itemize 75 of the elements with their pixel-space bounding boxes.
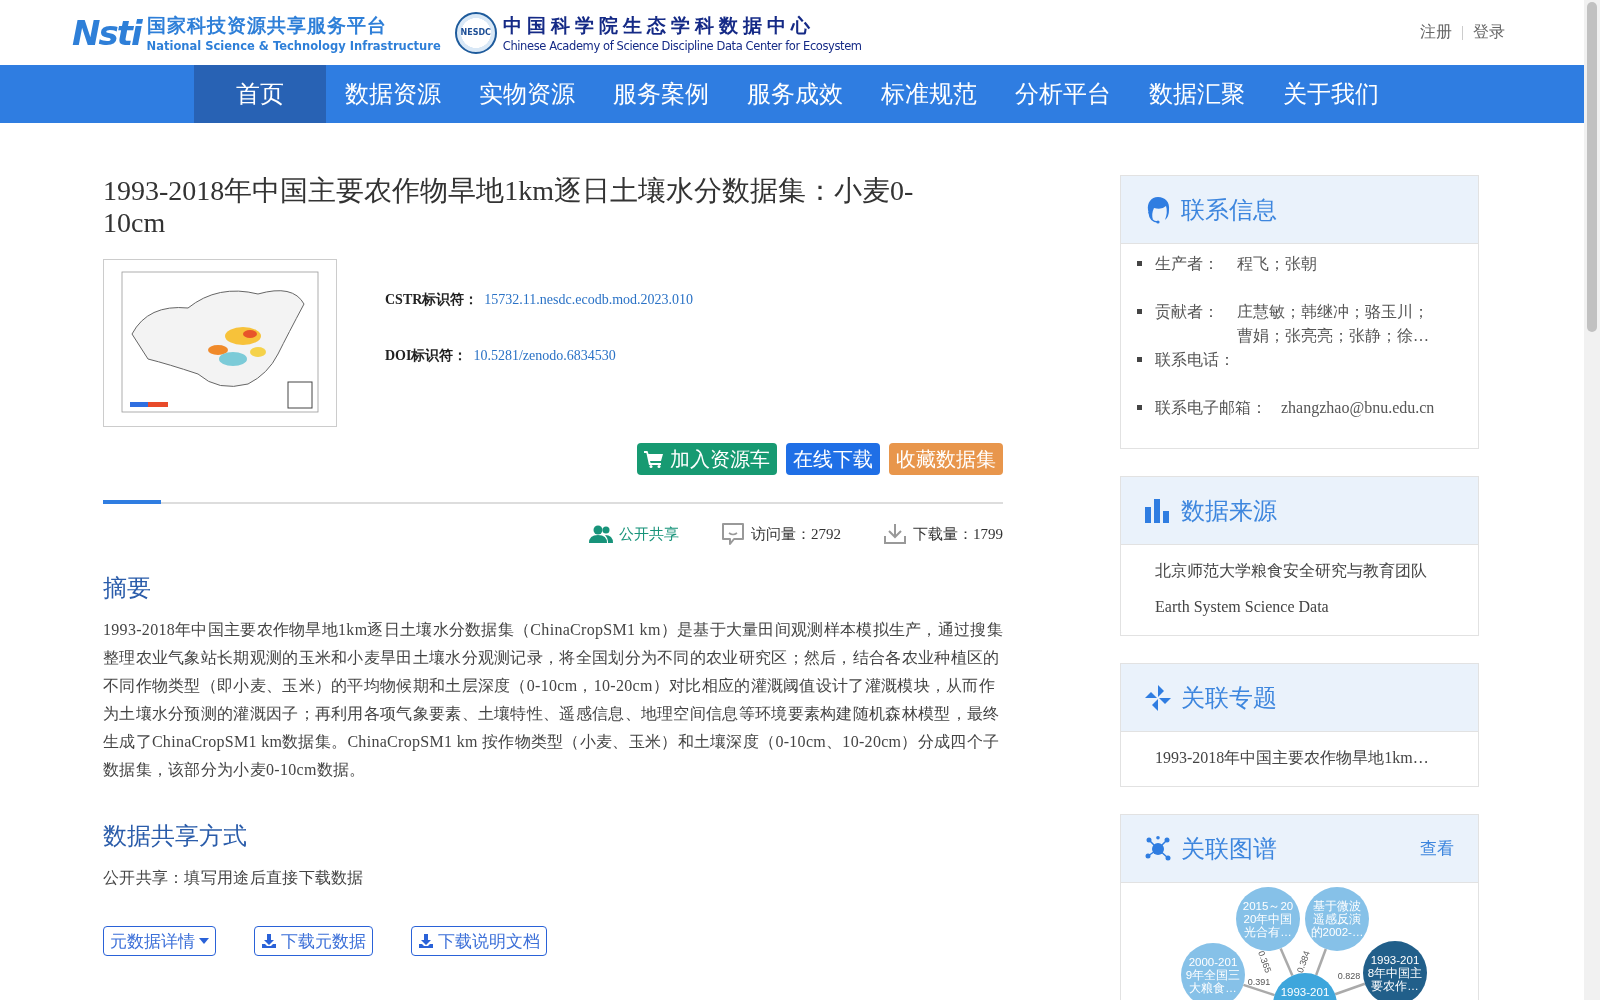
- contact-value: 程飞；张朝: [1237, 254, 1318, 274]
- graph-node[interactable]: 1993-201: [1273, 973, 1337, 1000]
- source-item: 北京师范大学粮食安全研究与教育团队: [1155, 561, 1428, 581]
- pinwheel-icon: [1145, 684, 1171, 711]
- panel-title: 关联图谱: [1181, 834, 1277, 864]
- nav-tab[interactable]: 服务成效: [728, 65, 862, 123]
- edge-weight: 0.391: [1247, 977, 1271, 988]
- contact-label: 联系电话：: [1155, 350, 1236, 370]
- source-item: Earth System Science Data: [1155, 597, 1330, 618]
- graph-node[interactable]: 1993-201 8年中国主 要农作…: [1363, 941, 1427, 1000]
- download-icon: [418, 933, 434, 949]
- graph-edge: [1334, 982, 1366, 996]
- nav-tab[interactable]: 关于我们: [1264, 65, 1398, 123]
- nav-tab[interactable]: 首页: [194, 65, 326, 123]
- bullet-icon: [1137, 261, 1142, 266]
- nav-tab[interactable]: 分析平台: [996, 65, 1130, 123]
- abstract-text: 1993-2018年中国主要农作物旱地1km逐日土壤水分数据集（ChinaCropSM1 km）是基于大量田间观测样本模拟生产，通过搜集整理农业气象站长期观测的玉米和小麦旱田土壤水分观测记录，将全国划分为不同的农业研究区；然后，结合各农业种植区的不同作物类型（即小麦、玉米）的平均物候期和土层深度（0-10cm，10-20cm）对比相应的灌溉阈值设计了灌溉模块，从而作为土壤水分预测的灌溉因子；再利用各项气象要素、土壤特性、遥感信息、地理空间信息等环境要素构建随机森林模型，最终生成了ChinaCropSM1 km数据集。ChinaCropSM1 km 按作物类型（小麦、玉米）和土壤深度（0-10cm、10-20cm）分成四个子数据集，该部分为小麦0-10cm数据。: [103, 620, 1003, 780]
- view-link[interactable]: 查看: [1420, 837, 1454, 860]
- add-to-cart-button[interactable]: 加入资源车: [637, 443, 777, 475]
- center-name-english: Chinese Academy of Science Discipline Data Center for Ecosystem: [502, 38, 862, 53]
- panel-title: 数据来源: [1181, 496, 1277, 526]
- nav-tab[interactable]: 实物资源: [460, 65, 594, 123]
- section-heading: 摘要: [103, 574, 152, 603]
- edge-weight: 0.384: [1294, 949, 1312, 975]
- headset-person-icon: [1145, 195, 1171, 224]
- graph-edge: [1243, 983, 1275, 997]
- edge-weight: 0.828: [1337, 971, 1361, 982]
- graph-edge: [1315, 948, 1327, 976]
- sharing-text: 公开共享：填写用途后直接下载数据: [103, 868, 365, 888]
- nav-tab[interactable]: 数据汇聚: [1130, 65, 1264, 123]
- comment-icon: [721, 522, 745, 546]
- bullet-icon: [1137, 309, 1142, 314]
- identifier-link[interactable]: 15732.11.nesdc.ecodb.mod.2023.010: [484, 292, 694, 308]
- download-icon: [883, 523, 907, 545]
- contact-label: 联系电子邮箱：: [1155, 398, 1267, 418]
- identifier-link[interactable]: 10.5281/zenodo.6834530: [473, 348, 616, 364]
- download-button[interactable]: 在线下载: [786, 443, 880, 475]
- contact-label: 生产者：: [1155, 254, 1220, 274]
- share-mode: 公开共享: [619, 524, 679, 544]
- panel-title: 联系信息: [1181, 195, 1277, 225]
- nav-tab[interactable]: 标准规范: [862, 65, 996, 123]
- center-name: 中国科学院生态学科数据中心: [502, 12, 816, 38]
- visit-count: 访问量：2792: [751, 524, 841, 544]
- network-icon: [1145, 835, 1171, 862]
- download-count: 下载量：1799: [913, 524, 1003, 544]
- contact-value: zhangzhao@bnu.edu.cn: [1281, 398, 1436, 419]
- logo-text: Nsti: [72, 12, 141, 53]
- nav-tab[interactable]: 数据资源: [326, 65, 460, 123]
- graph-edge: [1279, 947, 1294, 977]
- panel-title: 关联专题: [1181, 683, 1277, 713]
- bar-chart-icon: [1145, 498, 1171, 523]
- bullet-icon: [1137, 357, 1142, 362]
- header-link[interactable]: 登录: [1473, 22, 1505, 43]
- platform-name-english: National Science & Technology Infrastructure: [146, 38, 441, 53]
- contact-label: 贡献者：: [1155, 302, 1220, 322]
- identifier-label: CSTR标识符：: [385, 291, 479, 309]
- center-emblem: NESDC: [454, 11, 497, 54]
- topic-link[interactable]: 1993-2018年中国主要农作物旱地1km…: [1155, 740, 1478, 776]
- favorite-button[interactable]: 收藏数据集: [889, 443, 1003, 475]
- edge-weight: 0.365: [1256, 949, 1274, 975]
- download-button[interactable]: 下载说明文档: [411, 926, 547, 956]
- identifier-label: DOI标识符：: [385, 347, 468, 365]
- section-heading: 数据共享方式: [103, 822, 248, 851]
- header-link[interactable]: 注册: [1420, 22, 1452, 43]
- nav-tab[interactable]: 服务案例: [594, 65, 728, 123]
- people-icon: [589, 525, 613, 543]
- metadata-dropdown[interactable]: 元数据详情: [103, 926, 216, 956]
- bullet-icon: [1137, 405, 1142, 410]
- cart-icon: [644, 450, 664, 468]
- platform-name: 国家科技资源共享服务平台: [146, 12, 388, 38]
- download-button[interactable]: 下载元数据: [254, 926, 373, 956]
- dataset-title: 1993-2018年中国主要农作物旱地1km逐日土壤水分数据集：小麦0-10cm: [103, 175, 915, 239]
- caret-icon: [199, 938, 209, 944]
- contact-value: 庄慧敏；韩继冲；骆玉川；曹娟；张亮亮；张静；徐…: [1237, 302, 1429, 346]
- download-icon: [261, 933, 277, 949]
